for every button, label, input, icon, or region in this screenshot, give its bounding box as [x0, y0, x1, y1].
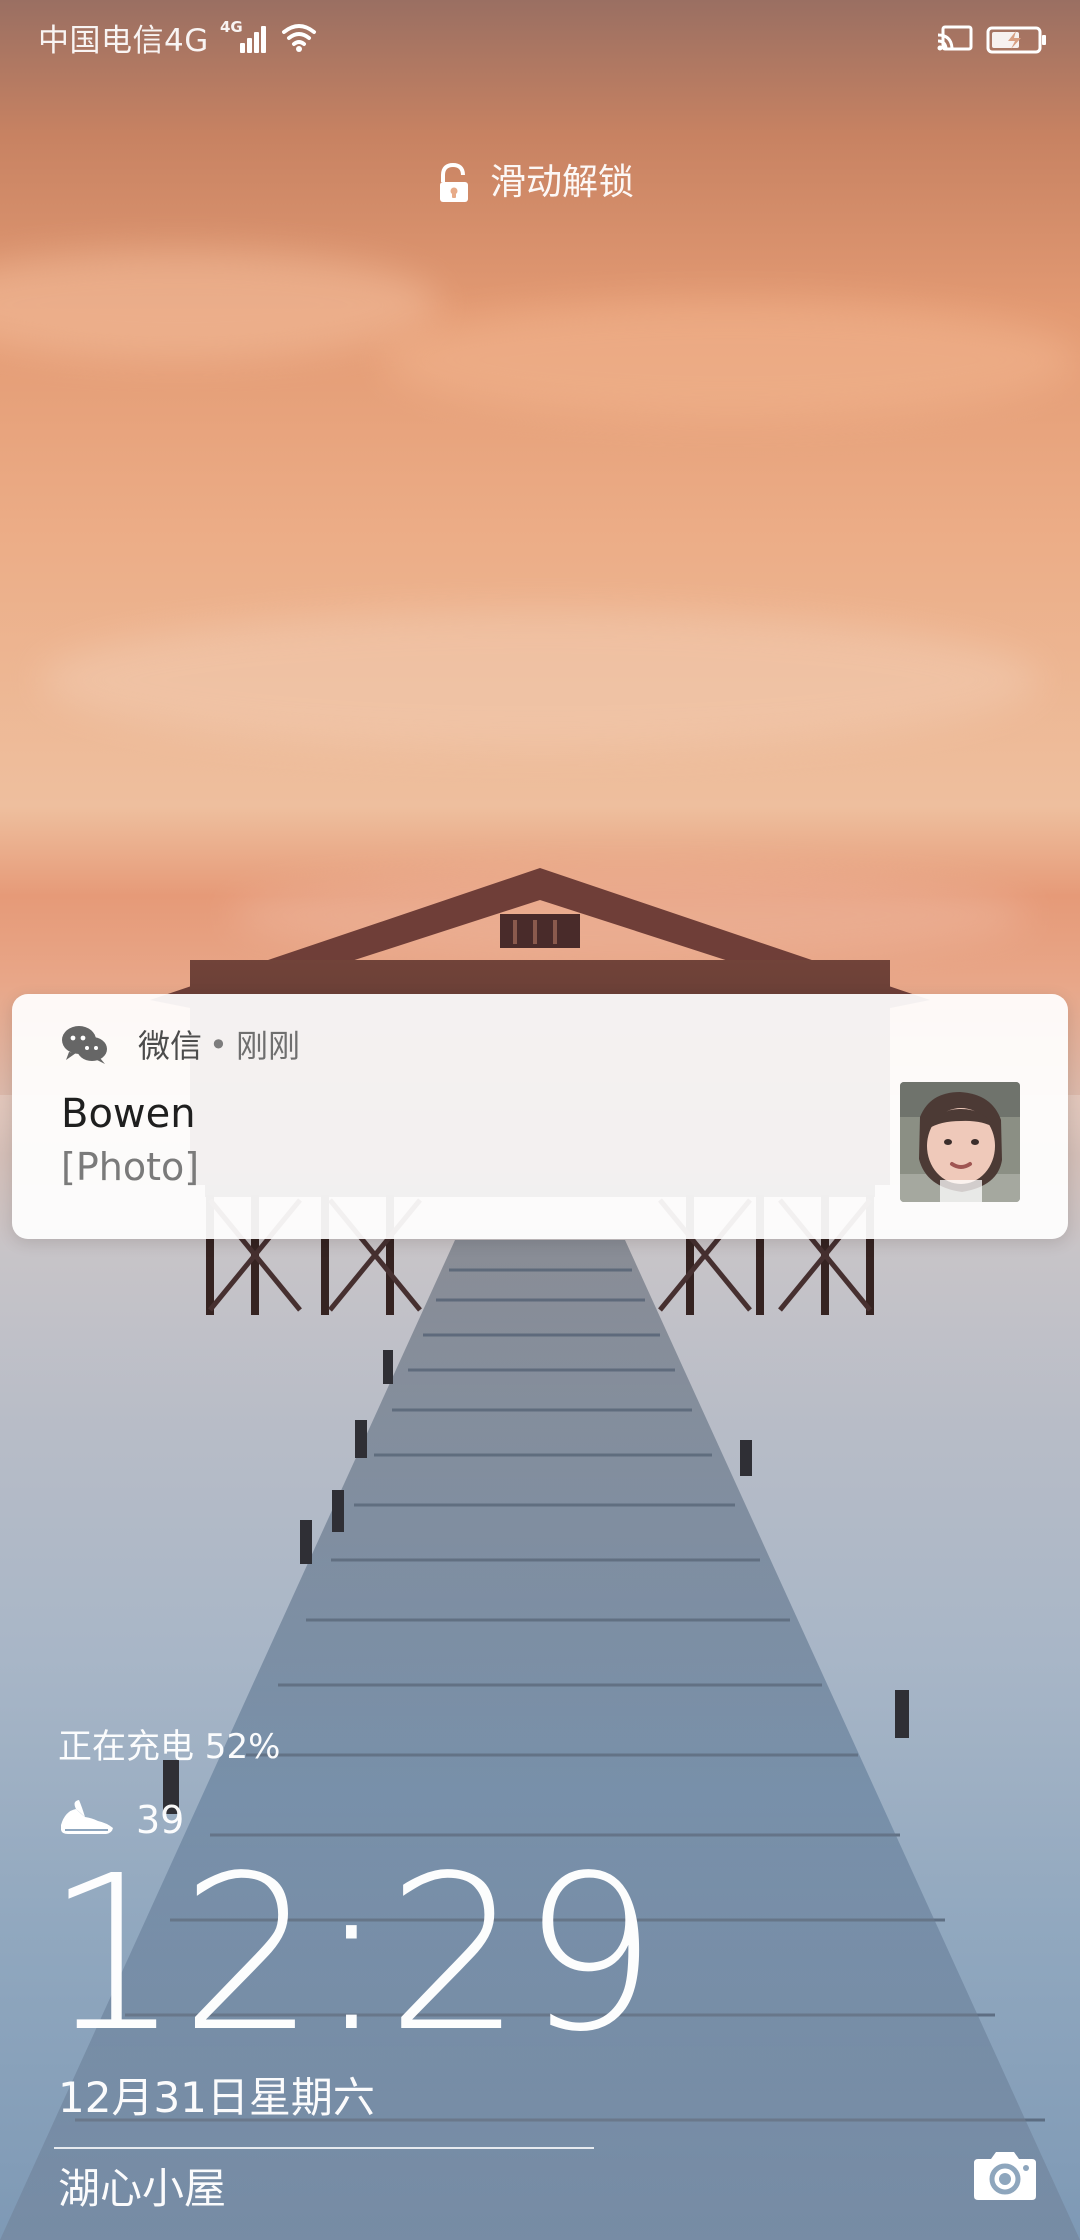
swipe-unlock-hint[interactable]: 滑动解锁 [0, 160, 1080, 212]
photo-thumbnail [900, 1082, 1020, 1202]
carrier-label: 中国电信4G [38, 23, 209, 59]
notification-body: [Photo] [61, 1145, 200, 1189]
info-divider [54, 2147, 594, 2149]
swipe-unlock-text: 滑动解锁 [490, 162, 635, 203]
signal-icon [240, 26, 266, 53]
camera-icon[interactable] [972, 2146, 1038, 2202]
notification-app-name: 微信 [138, 1027, 203, 1065]
lock-screen-info: 正在充电 52% 39 12:29 12月31日星期六 湖心小屋 [0, 1680, 1080, 2240]
charging-status: 正在充电 52% [58, 1727, 281, 1767]
cast-icon [937, 25, 973, 51]
location-label: 湖心小屋 [58, 2164, 227, 2213]
notification-title: Bowen [61, 1091, 196, 1137]
lock-icon [440, 162, 468, 202]
clock-time: 12:29 [45, 1830, 658, 2079]
wifi-icon [282, 24, 316, 52]
notification-time: 刚刚 [236, 1027, 301, 1065]
wechat-notification-card[interactable]: 微信 • 刚刚 Bowen [Photo] [12, 994, 1068, 1239]
status-bar: 中国电信4G 4G [0, 0, 1080, 84]
wechat-icon [62, 1026, 107, 1064]
battery-icon [986, 26, 1046, 54]
date-label: 12月31日星期六 [58, 2073, 375, 2122]
notification-separator: • [209, 1026, 228, 1064]
